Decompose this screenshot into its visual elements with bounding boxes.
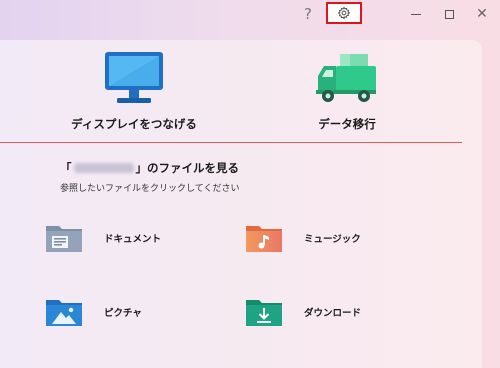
section-divider	[0, 142, 462, 143]
monitor-icon	[105, 52, 163, 103]
settings-button[interactable]	[326, 2, 362, 24]
device-name-redacted	[73, 163, 134, 173]
help-button[interactable]: ?	[296, 4, 320, 24]
music-folder-icon	[246, 226, 282, 252]
folder-documents-label: ドキュメント	[104, 234, 162, 245]
pictures-folder-icon	[46, 300, 82, 326]
folder-music-label: ミュージック	[304, 234, 361, 245]
documents-folder-icon	[46, 226, 82, 252]
folder-downloads[interactable]: ダウンロード	[244, 296, 361, 328]
title-bar: ? ✕	[0, 0, 500, 32]
maximize-button[interactable]	[437, 4, 461, 24]
data-transfer-label: データ移行	[318, 117, 376, 131]
maximize-icon	[444, 9, 454, 19]
gear-icon	[337, 6, 351, 20]
source-prefix: 「	[60, 161, 72, 175]
folder-pictures[interactable]: ピクチャ	[44, 296, 142, 328]
connect-display-label: ディスプレイをつなげる	[71, 117, 197, 131]
source-title: 「 」のファイルを見る	[60, 160, 239, 176]
minimize-icon	[411, 13, 421, 15]
folder-music[interactable]: ミュージック	[244, 222, 361, 254]
source-suffix: 」のファイルを見る	[135, 161, 240, 175]
close-button[interactable]: ✕	[470, 4, 494, 24]
folder-documents[interactable]: ドキュメント	[44, 222, 161, 254]
minimize-button[interactable]	[404, 4, 428, 24]
truck-icon	[316, 54, 376, 102]
data-transfer-button[interactable]: データ移行	[257, 50, 437, 132]
folder-downloads-label: ダウンロード	[304, 308, 362, 319]
downloads-folder-icon	[246, 300, 282, 326]
main-panel: ディスプレイをつなげる データ移行 「 」のファイルを見る 参照したいファイルを…	[0, 40, 482, 368]
connect-display-button[interactable]: ディスプレイをつなげる	[44, 50, 224, 132]
source-hint: 参照したいファイルをクリックしてください	[60, 184, 240, 194]
folder-pictures-label: ピクチャ	[104, 308, 142, 319]
